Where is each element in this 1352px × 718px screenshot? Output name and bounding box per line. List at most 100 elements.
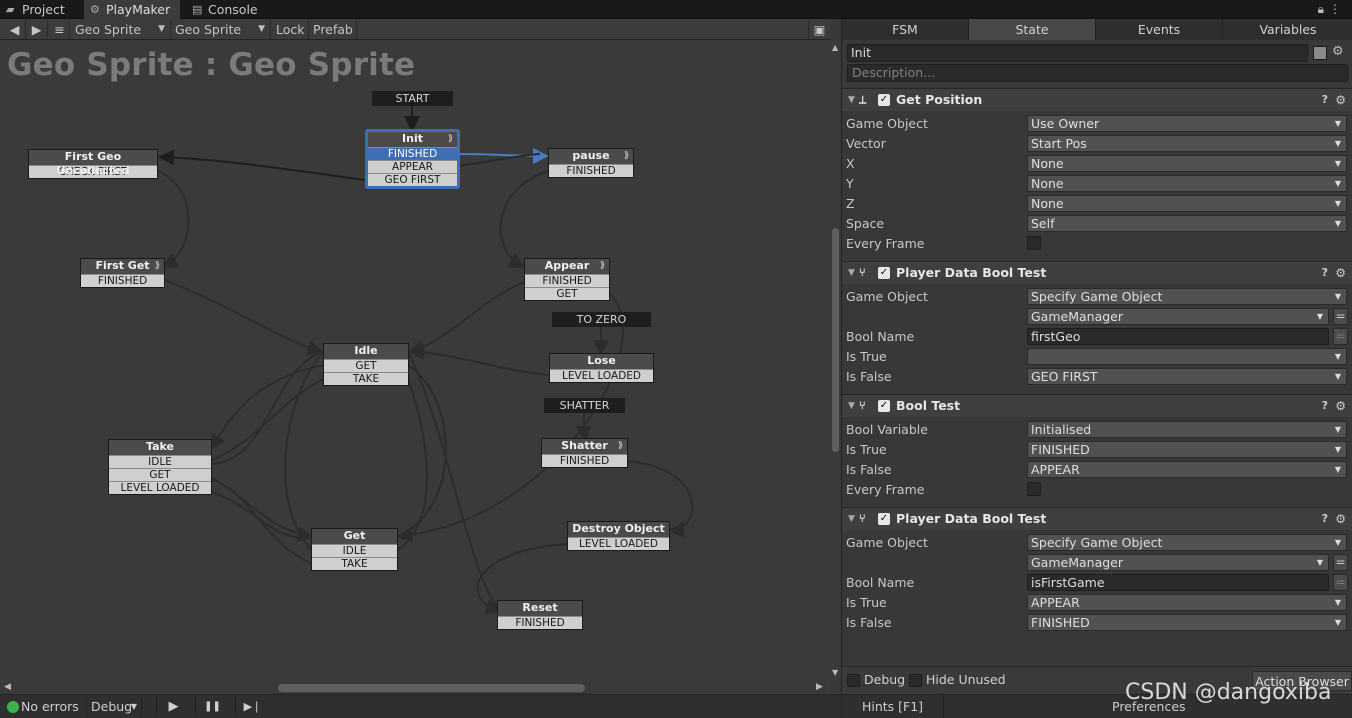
action-enabled-checkbox[interactable]: ✓ [878, 267, 890, 279]
tab-events[interactable]: Events [1096, 19, 1223, 40]
variable-toggle-button[interactable]: = [1333, 328, 1348, 345]
more-menu-icon[interactable]: ⋮ [1329, 2, 1346, 16]
state-color-swatch[interactable] [1313, 46, 1327, 60]
state-event[interactable]: IDLE [109, 455, 211, 468]
debug-dropdown[interactable]: Debug ▼ [86, 697, 142, 717]
tab-variables[interactable]: Variables [1223, 19, 1352, 40]
help-icon[interactable]: ? [1322, 262, 1328, 284]
debug-checkbox[interactable] [847, 674, 860, 687]
hide-unused-checkbox[interactable] [909, 674, 922, 687]
state-event[interactable]: FINISHED [81, 274, 164, 287]
param-dropdown[interactable]: GEO FIRST ▼ [1027, 368, 1347, 385]
state-event[interactable]: LEVEL LOADED [568, 537, 669, 550]
state-lose[interactable]: Lose LEVEL LOADED [549, 353, 654, 383]
state-event[interactable]: GET [525, 287, 609, 300]
lock-icon[interactable]: 🔒︎ [1318, 2, 1329, 16]
fold-arrow-icon[interactable]: ▼ [848, 508, 855, 530]
state-appear[interactable]: Appear ⟫ FINISHED GET [524, 258, 610, 301]
state-event[interactable]: FINISHED [549, 164, 633, 177]
description-field[interactable]: Description... [847, 64, 1348, 82]
state-event[interactable]: GET [109, 468, 211, 481]
variable-toggle-button[interactable]: = [1333, 308, 1348, 325]
error-count[interactable]: No errors [21, 699, 79, 714]
tab-state[interactable]: State [969, 19, 1096, 40]
state-first-geo-uncollected[interactable]: First Geo Uncollected CHECK FIRST [28, 149, 158, 179]
action-header[interactable]: ▼ ⟂ ✓ Get Position? ⚙ [842, 89, 1352, 111]
state-shatter[interactable]: Shatter ⟫ FINISHED [541, 438, 628, 468]
state-event[interactable]: IDLE [312, 544, 397, 557]
state-reset[interactable]: Reset FINISHED [497, 600, 583, 630]
hints-button[interactable]: Hints [F1] [842, 695, 944, 718]
action-header[interactable]: ▼ ⑂ ✓ Player Data Bool Test? ⚙ [842, 262, 1352, 284]
action-enabled-checkbox[interactable]: ✓ [878, 94, 890, 106]
state-init[interactable]: Init ⟫ FINISHED APPEAR GEO FIRST [365, 129, 460, 189]
state-event[interactable]: FINISHED [498, 616, 582, 629]
param-dropdown[interactable]: FINISHED ▼ [1027, 441, 1347, 458]
param-dropdown[interactable]: Start Pos ▼ [1027, 135, 1347, 152]
graph-view-icon[interactable]: ▣ [808, 20, 830, 39]
tab-fsm[interactable]: FSM [842, 19, 969, 40]
state-event[interactable]: LEVEL LOADED [109, 481, 211, 494]
state-event[interactable]: FINISHED [525, 274, 609, 287]
state-get[interactable]: Get IDLE TAKE [311, 528, 398, 571]
state-idle[interactable]: Idle GET TAKE [323, 343, 409, 386]
prefab-button[interactable]: Prefab [309, 20, 357, 39]
variable-toggle-button[interactable]: = [1333, 574, 1348, 591]
action-header[interactable]: ▼ ⑂ ✓ Bool Test? ⚙ [842, 395, 1352, 417]
state-event[interactable]: TAKE [312, 557, 397, 570]
state-event[interactable]: GET [324, 359, 408, 372]
state-event[interactable]: APPEAR [368, 160, 457, 173]
fold-arrow-icon[interactable]: ▼ [848, 395, 855, 417]
gear-icon[interactable]: ⚙ [1335, 508, 1346, 530]
fold-arrow-icon[interactable]: ▼ [848, 89, 855, 111]
state-event[interactable]: TAKE [324, 372, 408, 385]
state-destroy-object[interactable]: Destroy Object LEVEL LOADED [567, 521, 670, 551]
param-dropdown[interactable]: GameManager ▼ [1027, 308, 1329, 325]
param-dropdown[interactable]: Use Owner ▼ [1027, 115, 1347, 132]
param-dropdown[interactable]: None ▼ [1027, 195, 1347, 212]
scroll-up-icon[interactable]: ▲ [832, 43, 838, 52]
param-dropdown[interactable]: Specify Game Object ▼ [1027, 288, 1347, 305]
game-object-select[interactable]: Geo Sprite ▼ [71, 20, 171, 39]
back-button[interactable]: ◀ [4, 20, 26, 39]
graph-horizontal-scrollbar[interactable]: ◀ ▶ [0, 682, 830, 694]
param-text-field[interactable]: isFirstGame [1027, 574, 1329, 591]
fold-arrow-icon[interactable]: ▼ [848, 262, 855, 284]
state-event[interactable]: FINISHED [542, 454, 627, 467]
help-icon[interactable]: ? [1322, 508, 1328, 530]
param-dropdown[interactable]: FINISHED ▼ [1027, 614, 1347, 631]
param-dropdown[interactable]: None ▼ [1027, 175, 1347, 192]
graph-vertical-scrollbar[interactable]: ▲ ▼ [830, 40, 841, 682]
param-dropdown[interactable]: APPEAR ▼ [1027, 594, 1347, 611]
gear-icon[interactable]: ⚙ [1335, 262, 1346, 284]
param-checkbox[interactable] [1027, 236, 1041, 250]
param-dropdown[interactable]: Initialised ▼ [1027, 421, 1347, 438]
state-first-get[interactable]: First Get ⟫ FINISHED [80, 258, 165, 288]
fsm-graph-canvas[interactable]: Geo Sprite : Geo Sprite START TO ZERO SH… [0, 40, 830, 682]
pause-button[interactable]: ❚❚ [195, 697, 229, 717]
param-checkbox[interactable] [1027, 482, 1041, 496]
scroll-right-icon[interactable]: ▶ [816, 682, 823, 692]
play-button[interactable]: ▶ [156, 697, 190, 717]
global-transition-to-zero[interactable]: TO ZERO [552, 312, 651, 327]
param-dropdown[interactable]: None ▼ [1027, 155, 1347, 172]
global-transition-shatter[interactable]: SHATTER [544, 398, 625, 413]
param-dropdown[interactable]: Specify Game Object ▼ [1027, 534, 1347, 551]
start-label[interactable]: START [372, 91, 453, 106]
fsm-select[interactable]: Geo Sprite ▼ [171, 20, 271, 39]
state-take[interactable]: Take IDLE GET LEVEL LOADED [108, 439, 212, 495]
state-event[interactable]: FINISHED [368, 147, 457, 160]
state-event[interactable]: GEO FIRST [368, 173, 457, 186]
tab-playmaker[interactable]: ⚙ PlayMaker [84, 0, 180, 19]
step-button[interactable]: ▶❘ [235, 697, 269, 717]
horizontal-scroll-thumb[interactable] [278, 684, 585, 692]
action-enabled-checkbox[interactable]: ✓ [878, 513, 890, 525]
scroll-left-icon[interactable]: ◀ [4, 682, 11, 692]
param-dropdown[interactable]: GameManager ▼ [1027, 554, 1329, 571]
state-event[interactable]: LEVEL LOADED [550, 369, 653, 382]
forward-button[interactable]: ▶ [26, 20, 48, 39]
help-icon[interactable]: ? [1322, 89, 1328, 111]
fsm-menu-button[interactable]: ≡ [50, 20, 70, 39]
scroll-down-icon[interactable]: ▼ [832, 668, 838, 677]
action-enabled-checkbox[interactable]: ✓ [878, 400, 890, 412]
